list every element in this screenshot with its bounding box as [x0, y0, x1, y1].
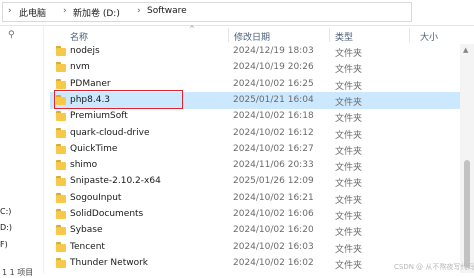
file-name[interactable]: nodejs [70, 46, 100, 56]
file-row[interactable]: nodejs 2024/12/19 18:03 文件夹 [50, 43, 460, 60]
file-type: 文件夹 [335, 260, 363, 271]
file-modified-date: 2024/12/19 18:03 [233, 46, 314, 56]
file-modified-date: 2025/01/21 16:04 [233, 94, 314, 105]
nav-drive-f[interactable]: F) [0, 240, 8, 249]
breadcrumb-this-pc[interactable]: 此电脑 [19, 6, 46, 19]
file-row[interactable]: PremiumSoft 2024/10/02 16:18 文件夹 [50, 108, 460, 125]
file-row[interactable]: QuickTime 2024/10/02 16:27 文件夹 [50, 141, 460, 158]
address-box[interactable]: › 此电脑 › 新加卷 (D:) › Software [2, 2, 412, 22]
file-modified-date: 2024/10/02 16:27 [233, 143, 314, 154]
file-row[interactable]: Snipaste-2.10.2-x64 2025/01/26 12:09 文件夹 [50, 173, 460, 190]
pin-icon[interactable]: ⚲ [8, 30, 15, 40]
file-name[interactable]: SogouInput [70, 193, 121, 203]
nav-drive-c[interactable]: C:) [0, 207, 11, 216]
file-row[interactable]: quark-cloud-drive 2024/10/02 16:12 文件夹 [50, 125, 460, 142]
file-modified-date: 2024/10/02 16:21 [233, 192, 314, 203]
file-type: 文件夹 [335, 212, 363, 222]
column-header-type[interactable]: 类型 [335, 30, 353, 43]
scroll-thumb[interactable] [464, 160, 470, 268]
file-modified-date: 2024/10/19 20:26 [233, 62, 314, 73]
breadcrumb-separator[interactable]: › [63, 6, 67, 16]
column-header-row: ^ 名称 修改日期 类型 大小 [44, 25, 460, 44]
file-row[interactable]: php8.4.3 2025/01/21 16:04 文件夹 [50, 89, 460, 109]
file-name[interactable]: QuickTime [70, 144, 117, 154]
file-row[interactable]: Sybase 2024/10/02 16:20 文件夹 [50, 222, 460, 239]
file-name[interactable]: php8.4.3 [70, 95, 110, 105]
file-type: 文件夹 [335, 114, 363, 125]
breadcrumb-separator[interactable]: › [137, 6, 141, 16]
file-name[interactable]: SolidDocuments [70, 209, 143, 219]
file-modified-date: 2024/10/02 16:02 [233, 257, 314, 268]
file-name[interactable]: quark-cloud-drive [70, 128, 150, 138]
column-header-name[interactable]: 名称 [70, 30, 88, 43]
file-type: 文件夹 [335, 81, 363, 92]
file-type: 文件夹 [335, 163, 363, 174]
watermark: CSDN @ 从不熬夜写代码 [394, 263, 474, 271]
file-type: 文件夹 [335, 195, 363, 206]
file-type: 文件夹 [335, 179, 363, 190]
file-type: 文件夹 [335, 146, 363, 157]
file-type: 文件夹 [335, 65, 363, 76]
folder-icon [56, 209, 66, 219]
vertical-scrollbar[interactable]: ▲ [460, 44, 474, 273]
nav-drive-d[interactable]: D:) [0, 223, 12, 232]
file-modified-date: 2024/10/02 16:18 [233, 111, 314, 122]
folder-icon [56, 257, 66, 268]
file-type: 文件夹 [335, 228, 363, 239]
folder-icon [56, 176, 66, 187]
breadcrumb-software[interactable]: Software [147, 6, 187, 16]
folder-icon [56, 160, 66, 171]
file-row[interactable]: shimo 2024/11/06 20:33 文件夹 [50, 157, 460, 174]
folder-icon [56, 241, 66, 252]
folder-icon [56, 111, 66, 122]
column-header-date[interactable]: 修改日期 [234, 30, 270, 43]
file-type: 文件夹 [335, 49, 363, 59]
file-type: 文件夹 [335, 97, 363, 108]
file-type: 文件夹 [335, 244, 363, 255]
folder-icon [56, 192, 66, 203]
column-divider[interactable] [228, 28, 229, 42]
file-modified-date: 2024/10/02 16:03 [233, 241, 314, 252]
sort-ascending-icon: ^ [189, 25, 195, 33]
navigation-pane: ⚲ [0, 26, 44, 273]
scroll-up-arrow-icon[interactable]: ▲ [463, 46, 468, 54]
folder-icon [56, 94, 66, 105]
file-name[interactable]: Snipaste-2.10.2-x64 [70, 176, 161, 186]
file-modified-date: 2024/10/02 16:20 [233, 225, 314, 236]
file-row[interactable]: SogouInput 2024/10/02 16:21 文件夹 [50, 190, 460, 207]
file-modified-date: 2024/10/02 16:06 [233, 209, 314, 219]
breadcrumb-chevron-icon[interactable]: › [8, 6, 12, 16]
file-name[interactable]: PDManer [70, 79, 111, 89]
file-name[interactable]: shimo [70, 160, 97, 170]
file-row[interactable]: nvm 2024/10/19 20:26 文件夹 [50, 59, 460, 76]
file-name[interactable]: Tencent [70, 242, 105, 252]
file-type: 文件夹 [335, 130, 363, 141]
folder-icon [56, 225, 66, 236]
folder-icon [56, 62, 66, 73]
breadcrumb-drive-d[interactable]: 新加卷 (D:) [73, 6, 120, 19]
file-modified-date: 2024/10/02 16:12 [233, 127, 314, 138]
folder-icon [56, 46, 66, 56]
folder-icon [56, 143, 66, 154]
column-header-size[interactable]: 大小 [420, 30, 438, 43]
file-modified-date: 2025/01/26 12:09 [233, 176, 314, 187]
file-name[interactable]: nvm [70, 62, 90, 72]
column-divider[interactable] [329, 28, 330, 42]
file-modified-date: 2024/10/02 16:25 [233, 78, 314, 89]
file-row[interactable]: SolidDocuments 2024/10/02 16:06 文件夹 [50, 206, 460, 223]
file-name[interactable]: Thunder Network [70, 258, 148, 268]
folder-icon [56, 127, 66, 138]
file-name[interactable]: PremiumSoft [70, 111, 128, 121]
column-divider[interactable] [409, 28, 410, 42]
file-name[interactable]: Sybase [70, 225, 103, 235]
file-row[interactable]: Tencent 2024/10/02 16:03 文件夹 [50, 239, 460, 256]
address-bar: › 此电脑 › 新加卷 (D:) › Software [0, 0, 474, 26]
folder-icon [56, 78, 66, 89]
file-modified-date: 2024/11/06 20:33 [233, 160, 314, 171]
